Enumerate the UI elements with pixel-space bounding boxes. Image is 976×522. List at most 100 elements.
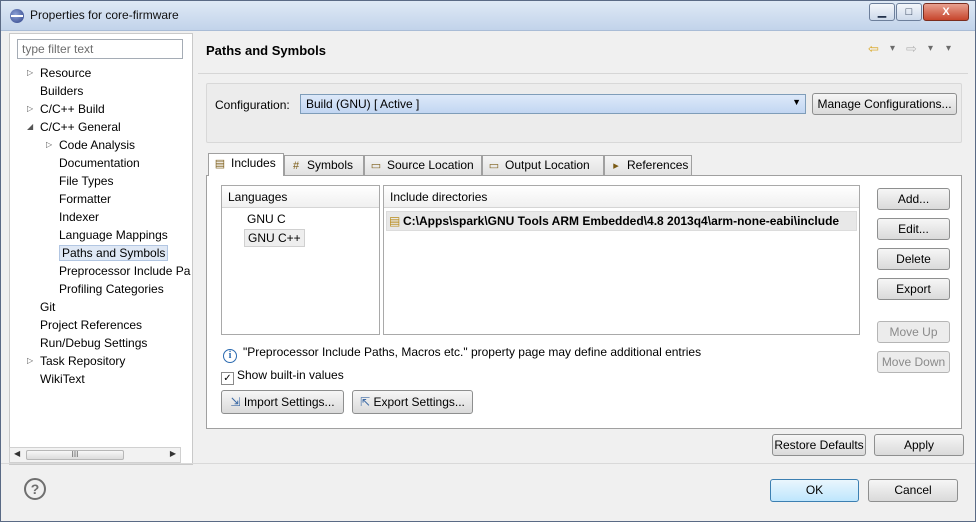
apply-button[interactable]: Apply [874,434,964,456]
ok-button[interactable]: OK [770,479,859,502]
tab-label: Includes [231,156,276,170]
forward-arrow-icon[interactable]: ⇨ [906,41,917,57]
info-text: "Preprocessor Include Paths, Macros etc.… [243,345,702,359]
tree-item-label: Profiling Categories [59,282,164,296]
cancel-button[interactable]: Cancel [868,479,958,502]
edit-button[interactable]: Edit... [877,218,950,240]
page-title: Paths and Symbols [206,43,326,58]
language-item[interactable]: GNU C++ [244,229,305,247]
navigation-panel: ▷ Resource Builders ▷ C/C++ Build ◢ C/C++ Gene… [9,33,193,465]
title-bar: Properties for core-firmware ▁ □ X [1,1,975,31]
configuration-value: Build (GNU) [ Active ] [306,97,420,111]
help-icon[interactable]: ? [24,478,46,500]
export-settings-button[interactable]: ⇱ Export Settings... [352,390,473,414]
scroll-left-icon[interactable]: ◀ [14,449,20,458]
tab-output-location[interactable]: ▭ Output Location [482,155,604,175]
tree-item-c-c-build[interactable]: ▷ C/C++ Build [27,100,105,118]
move-up-button[interactable]: Move Up [877,321,950,343]
tree-item-label: File Types [59,174,114,188]
tab-references[interactable]: ▸ References [604,155,692,175]
tree-item-project-references[interactable]: Project References [40,316,142,334]
minimize-button[interactable]: ▁ [869,3,895,21]
filter-input[interactable] [17,39,183,59]
maximize-button[interactable]: □ [896,3,922,21]
properties-dialog: Properties for core-firmware ▁ □ X ▷ Reso… [0,0,976,522]
tree-item-c-c-general[interactable]: ◢ C/C++ General [27,118,121,136]
tree-item-builders[interactable]: Builders [40,82,83,100]
tree-item-code-analysis[interactable]: ▷ Code Analysis [46,136,135,154]
languages-header: Languages [222,186,379,208]
languages-list: Languages GNU C GNU C++ [221,185,380,335]
configuration-label: Configuration: [215,98,290,112]
view-menu-icon[interactable]: ▾ [946,43,951,54]
include-directories-list: Include directories ▤ C:\Apps\spark\GNU T… [383,185,860,335]
tab-symbols[interactable]: # Symbols [284,155,364,175]
tree-item-label: Indexer [59,210,100,224]
tree-item-task-repository[interactable]: ▷ Task Repository [27,352,126,370]
include-directories-header: Include directories [384,186,859,208]
scroll-right-icon[interactable]: ▶ [170,449,176,458]
forward-menu-icon[interactable]: ▾ [928,43,933,54]
tree-collapsed-icon[interactable]: ▷ [27,100,33,118]
show-builtin-label: Show built-in values [237,368,344,382]
tree-item-label: Git [40,300,56,314]
tree-item-file-types[interactable]: File Types [59,172,113,190]
tab-source-location[interactable]: ▭ Source Location [364,155,482,175]
export-settings-label: Export Settings... [373,395,465,409]
tree-item-indexer[interactable]: Indexer [59,208,99,226]
tree-item-documentation[interactable]: Documentation [59,154,140,172]
add-button[interactable]: Add... [877,188,950,210]
delete-button[interactable]: Delete [877,248,950,270]
configuration-select[interactable]: Build (GNU) [ Active ] ▼ [300,94,806,114]
eclipse-icon [10,9,24,23]
info-icon: i [223,349,237,363]
tab-bar: ▤ Includes # Symbols ▭ Source Location ▭ Output… [208,153,908,176]
tree-item-label: C/C++ General [40,120,121,134]
tree-item-label: Formatter [59,192,112,206]
back-menu-icon[interactable]: ▾ [890,43,895,54]
scroll-thumb[interactable]: III [26,450,124,460]
tab-label: References [627,158,689,172]
language-item[interactable]: GNU C [244,211,289,229]
import-settings-label: Import Settings... [243,395,335,409]
tree-item-label: C/C++ Build [40,102,105,116]
restore-defaults-button[interactable]: Restore Defaults [772,434,866,456]
tab-includes[interactable]: ▤ Includes [208,153,284,176]
tree-expanded-icon[interactable]: ◢ [27,118,33,136]
tree-item-label: Task Repository [40,354,126,368]
folder-icon: ▭ [370,160,382,172]
tree-item-wikitext[interactable]: WikiText [40,370,85,388]
tree-item-label: Run/Debug Settings [40,336,148,350]
property-page: Paths and Symbols ⇦ ▾ ⇨ ▾ ▾ Configuratio… [198,33,968,465]
manage-configurations-button[interactable]: Manage Configurations... [812,93,957,115]
references-icon: ▸ [613,160,619,172]
include-directory-row[interactable]: ▤ C:\Apps\spark\GNU Tools ARM Embedded\4.… [386,211,857,231]
export-icon: ⇱ [360,395,371,409]
tree-item-label: Language Mappings [59,228,168,242]
tree-collapsed-icon[interactable]: ▷ [27,64,33,82]
tree-item-label: WikiText [40,372,85,386]
tree-item-git[interactable]: Git [40,298,55,316]
window-title: Properties for core-firmware [30,8,179,22]
tree-item-run-debug-settings[interactable]: Run/Debug Settings [40,334,147,352]
tree-collapsed-icon[interactable]: ▷ [27,352,33,370]
tree-item-label: Resource [40,66,92,80]
folder-icon: ▭ [488,160,500,172]
tree-item-paths-and-symbols[interactable]: Paths and Symbols [59,244,169,262]
close-button[interactable]: X [923,3,969,21]
show-builtin-checkbox[interactable]: ✓ Show built-in values [221,368,344,385]
horizontal-scrollbar[interactable]: ◀ III ▶ [9,447,181,463]
tree-item-resource[interactable]: ▷ Resource [27,64,92,82]
export-button[interactable]: Export [877,278,950,300]
back-arrow-icon[interactable]: ⇦ [868,41,879,57]
checkbox-checked-icon[interactable]: ✓ [221,372,234,385]
tree-collapsed-icon[interactable]: ▷ [46,136,52,154]
tree-item-profiling-categories[interactable]: Profiling Categories [59,280,164,298]
tree-item-formatter[interactable]: Formatter [59,190,111,208]
import-settings-button[interactable]: ⇲ Import Settings... [221,390,344,414]
includes-tab-content: Languages GNU C GNU C++ Include directori… [206,175,962,429]
tree-item-preprocessor-include-pa[interactable]: Preprocessor Include Pa [59,262,190,280]
tab-label: Output Location [505,158,590,172]
move-down-button[interactable]: Move Down [877,351,950,373]
tree-item-language-mappings[interactable]: Language Mappings [59,226,168,244]
